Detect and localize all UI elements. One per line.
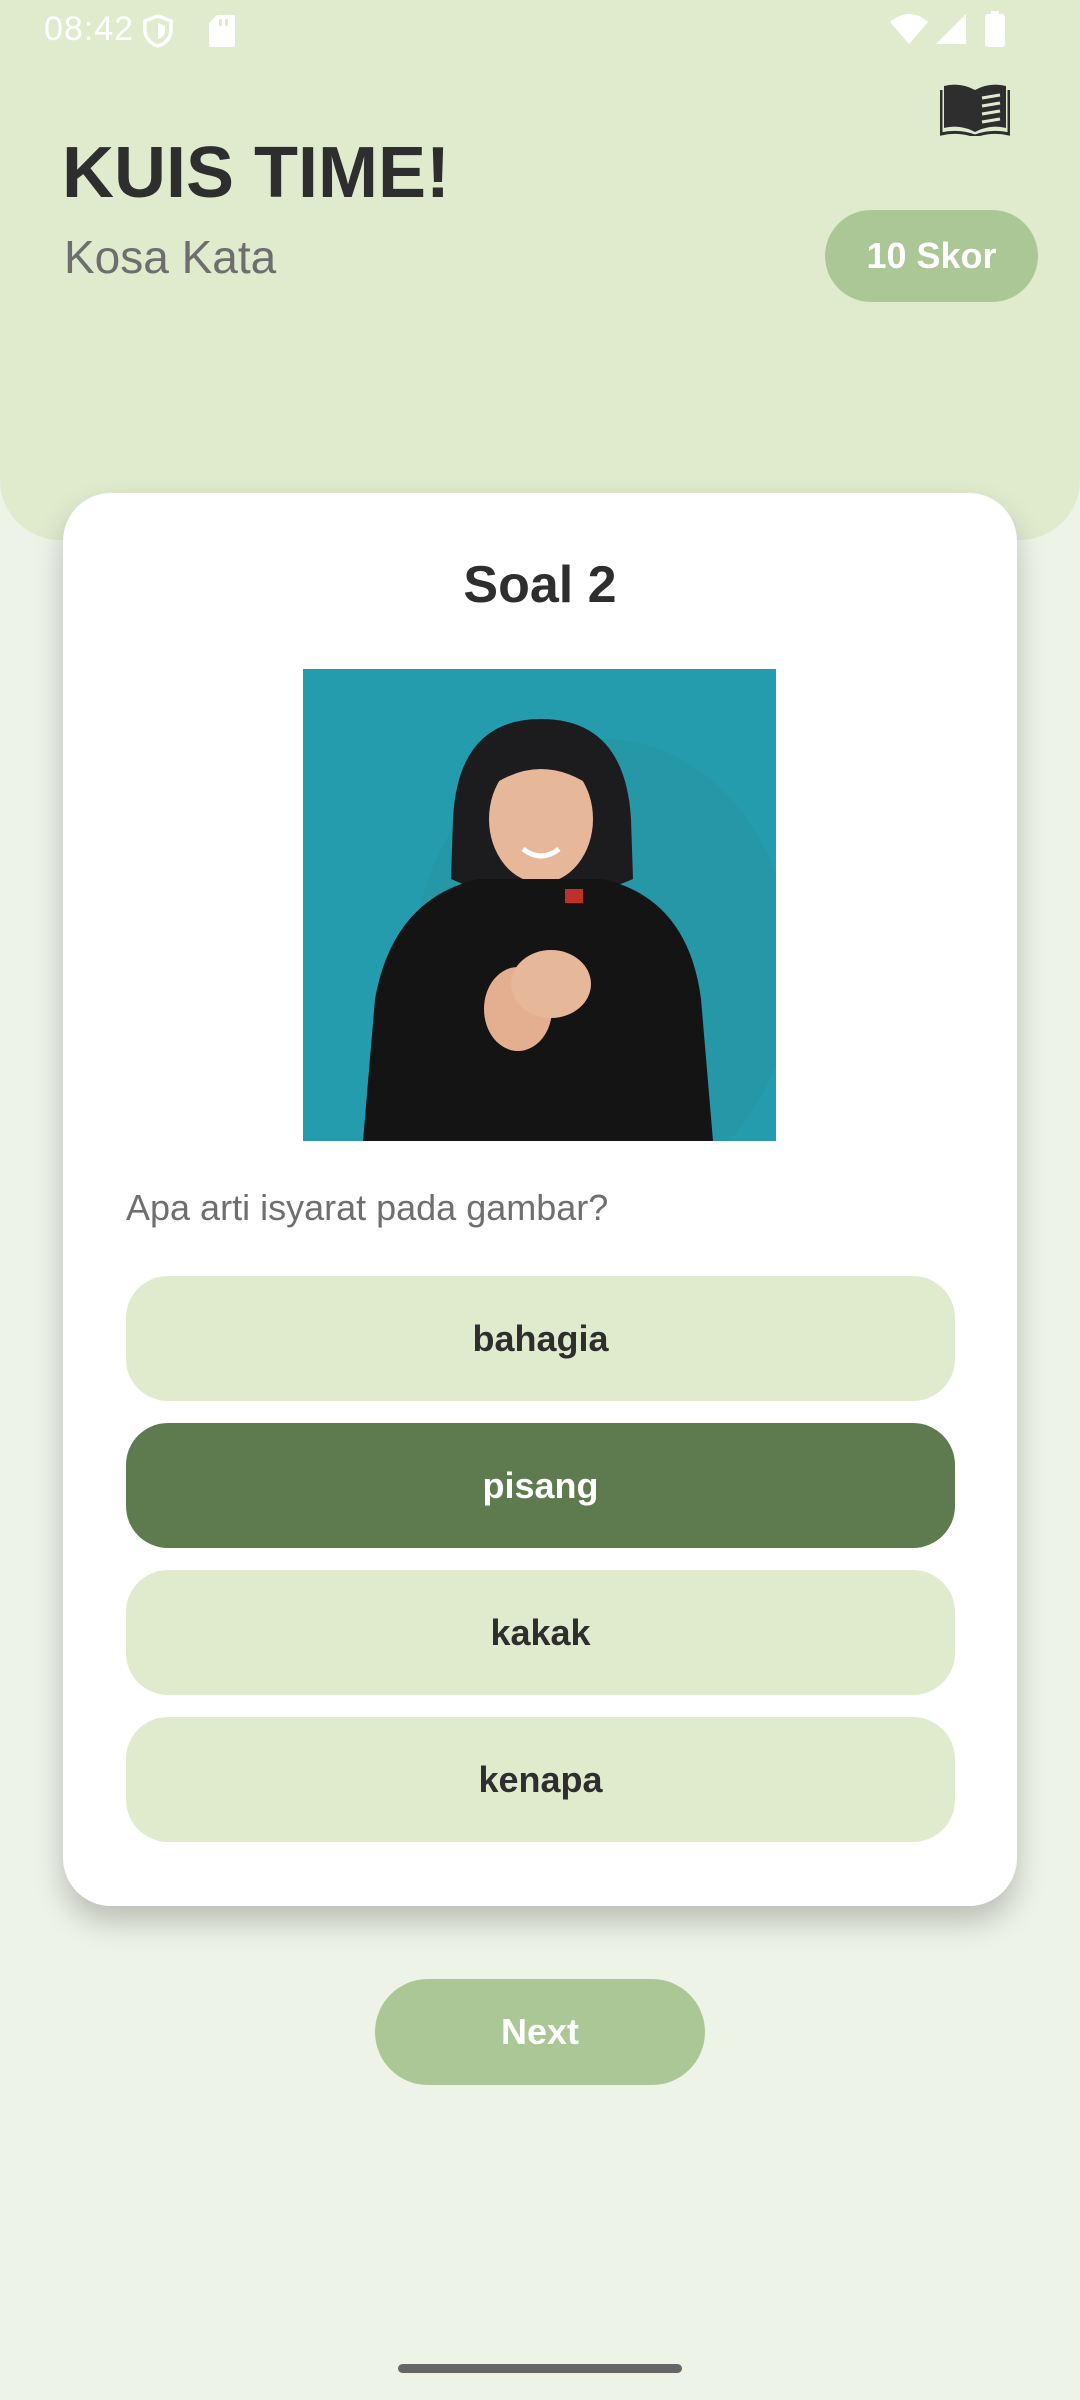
answer-option-selected[interactable]: pisang: [126, 1423, 955, 1548]
page-subtitle: Kosa Kata: [64, 231, 277, 283]
score-badge: 10 Skor: [825, 210, 1038, 302]
sign-image: [303, 669, 776, 1141]
status-bar: 08:42: [0, 0, 1080, 62]
sd-card-icon: [208, 14, 236, 57]
home-indicator[interactable]: [398, 2364, 682, 2373]
question-prompt: Apa arti isyarat pada gambar?: [126, 1187, 609, 1228]
answer-option[interactable]: kenapa: [126, 1717, 955, 1842]
next-button[interactable]: Next: [375, 1979, 705, 2085]
wifi-icon: [889, 12, 929, 55]
shield-icon: [142, 14, 174, 57]
quiz-card: Soal 2 Apa arti isyarat pada gambar? bah…: [63, 493, 1017, 1906]
answer-option[interactable]: kakak: [126, 1570, 955, 1695]
page-title: KUIS TIME!: [62, 133, 450, 213]
question-number: Soal 2: [463, 556, 617, 614]
answer-option[interactable]: bahagia: [126, 1276, 955, 1401]
status-time: 08:42: [44, 10, 135, 48]
battery-icon: [984, 10, 1006, 57]
signal-icon: [934, 12, 968, 55]
book-icon[interactable]: [939, 80, 1011, 138]
